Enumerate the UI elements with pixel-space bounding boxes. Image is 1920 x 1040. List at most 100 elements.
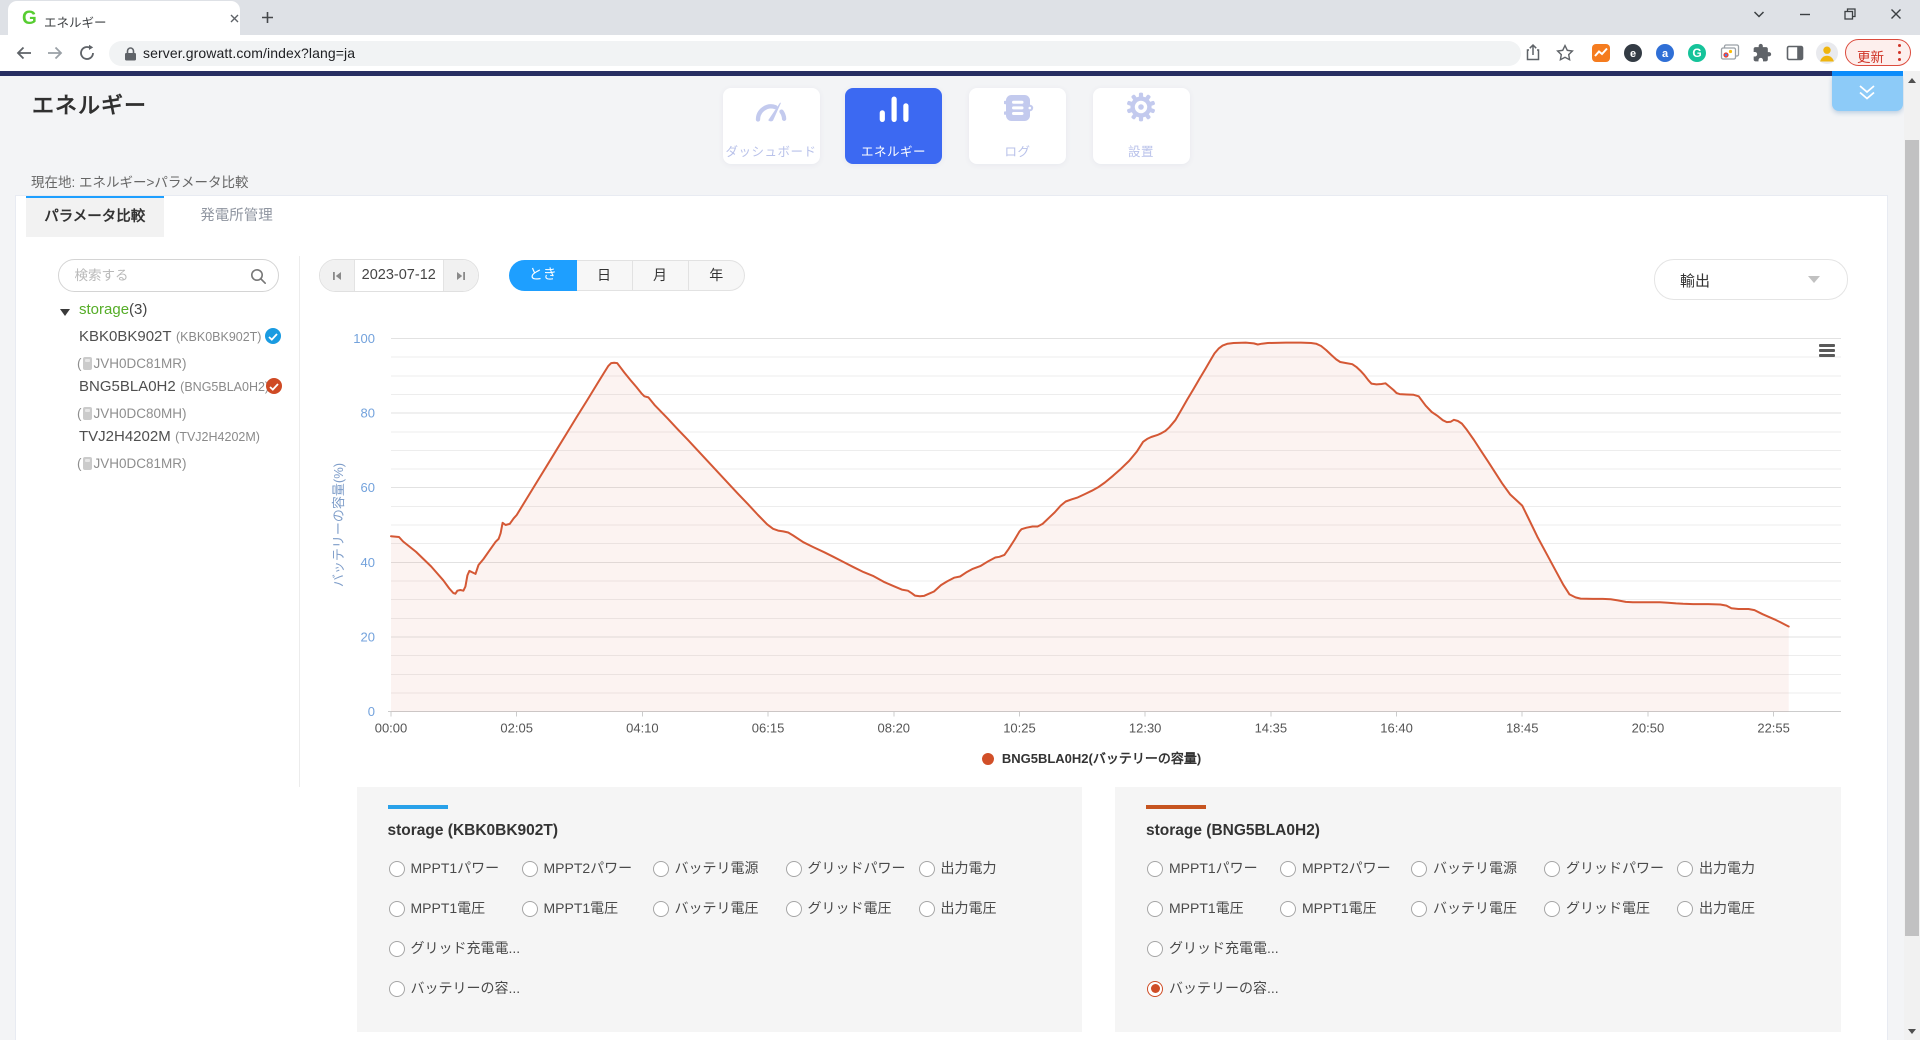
radio-option[interactable]: グリッド充電電... <box>389 938 521 958</box>
period-tab-day[interactable]: 日 <box>577 260 633 291</box>
scrollbar-down-arrow[interactable] <box>1908 1029 1916 1034</box>
radio-icon[interactable] <box>389 861 405 877</box>
radio-option[interactable]: バッテリ電圧 <box>653 898 759 918</box>
tree-device-BNG5BLA0H2[interactable]: BNG5BLA0H2 (BNG5BLA0H2) <box>79 378 282 396</box>
extension-grammarly-icon[interactable]: G <box>1687 43 1707 63</box>
tab-parameter-comparison[interactable]: パラメータ比較 <box>26 196 164 237</box>
device-search-box[interactable] <box>58 259 280 292</box>
window-close-button[interactable] <box>1889 7 1903 21</box>
collapse-panel-button[interactable] <box>1832 76 1903 112</box>
radio-icon[interactable] <box>522 901 538 917</box>
radio-option[interactable]: グリッド電圧 <box>786 898 892 918</box>
radio-option[interactable]: 出力電力 <box>1677 858 1755 878</box>
radio-icon[interactable] <box>1147 901 1163 917</box>
radio-option[interactable]: バッテリ電圧 <box>1411 898 1517 918</box>
share-icon[interactable] <box>1523 43 1543 63</box>
radio-icon[interactable] <box>786 901 802 917</box>
extension-a-icon[interactable]: a <box>1655 43 1675 63</box>
period-tab-month[interactable]: 月 <box>633 260 689 291</box>
radio-option[interactable]: MPPT1パワー <box>389 858 500 878</box>
radio-option[interactable]: グリッド電圧 <box>1544 898 1650 918</box>
radio-icon[interactable] <box>1677 861 1693 877</box>
radio-icon[interactable] <box>389 981 405 997</box>
back-button-icon[interactable] <box>15 44 33 62</box>
radio-icon[interactable] <box>653 861 669 877</box>
period-tab-hour[interactable]: とき <box>509 260 577 291</box>
period-tab-year[interactable]: 年 <box>689 260 746 291</box>
window-chevron-icon[interactable] <box>1752 7 1766 21</box>
radio-icon[interactable] <box>1147 861 1163 877</box>
search-icon[interactable] <box>250 268 267 285</box>
update-button[interactable]: 更新 <box>1845 39 1911 66</box>
url-text[interactable]: server.growatt.com/index?lang=ja <box>143 45 355 61</box>
forward-button-icon[interactable] <box>46 44 64 62</box>
page-scrollbar[interactable] <box>1904 71 1920 1040</box>
chart-menu-icon[interactable] <box>1819 344 1835 358</box>
new-tab-button[interactable] <box>259 9 276 26</box>
radio-icon[interactable] <box>1280 901 1296 917</box>
battery-capacity-line-chart[interactable]: 00:0002:0504:1006:1508:2010:2512:3014:35… <box>299 301 1866 781</box>
extension-e-icon[interactable]: e <box>1623 43 1643 63</box>
radio-option[interactable]: グリッドパワー <box>1544 858 1664 878</box>
extension-photos-icon[interactable] <box>1720 43 1740 63</box>
radio-icon[interactable] <box>1544 861 1560 877</box>
radio-icon[interactable] <box>919 861 935 877</box>
radio-icon[interactable] <box>1677 901 1693 917</box>
reload-button-icon[interactable] <box>78 44 96 62</box>
radio-option[interactable]: バッテリーの容... <box>1147 978 1279 998</box>
tree-group-storage[interactable]: storage(3) <box>79 301 147 318</box>
radio-icon[interactable] <box>389 941 405 957</box>
radio-icon[interactable] <box>786 861 802 877</box>
scrollbar-up-arrow[interactable] <box>1908 78 1916 83</box>
scrollbar-thumb[interactable] <box>1905 140 1919 936</box>
browser-tab[interactable]: G エネルギー <box>8 1 240 35</box>
radio-option[interactable]: グリッドパワー <box>786 858 906 878</box>
radio-option[interactable]: 出力電力 <box>919 858 997 878</box>
bookmark-star-icon[interactable] <box>1555 43 1575 63</box>
radio-option[interactable]: MPPT2パワー <box>1280 858 1391 878</box>
radio-option[interactable]: 出力電圧 <box>919 898 997 918</box>
tree-device-KBK0BK902T[interactable]: KBK0BK902T (KBK0BK902T) <box>79 328 281 346</box>
next-date-button[interactable] <box>443 260 478 292</box>
radio-option[interactable]: MPPT2パワー <box>522 858 633 878</box>
radio-icon[interactable] <box>653 901 669 917</box>
window-restore-button[interactable] <box>1843 7 1857 21</box>
search-input[interactable] <box>75 267 245 285</box>
radio-icon[interactable] <box>1280 861 1296 877</box>
prev-date-button[interactable] <box>320 260 355 292</box>
radio-option[interactable]: MPPT1パワー <box>1147 858 1258 878</box>
profile-avatar[interactable] <box>1816 42 1836 62</box>
nav-settings[interactable]: 設置 <box>1093 88 1190 164</box>
tree-expand-caret-icon[interactable] <box>60 309 70 316</box>
radio-option[interactable]: MPPT1電圧 <box>1147 898 1244 918</box>
radio-icon[interactable] <box>522 861 538 877</box>
extensions-puzzle-icon[interactable] <box>1752 43 1772 63</box>
tab-close-icon[interactable] <box>226 10 243 27</box>
extension-chart-icon[interactable] <box>1591 43 1611 63</box>
radio-icon[interactable] <box>389 901 405 917</box>
side-panel-icon[interactable] <box>1785 43 1805 63</box>
browser-menu-dots-icon[interactable] <box>1898 43 1902 65</box>
export-dropdown[interactable]: 輸出 <box>1654 259 1848 300</box>
radio-icon[interactable] <box>1411 861 1427 877</box>
radio-icon[interactable] <box>919 901 935 917</box>
chart-legend[interactable]: BNG5BLA0H2(バッテリーの容量) <box>308 748 1875 768</box>
radio-option[interactable]: グリッド充電電... <box>1147 938 1279 958</box>
tree-device-TVJ2H4202M[interactable]: TVJ2H4202M (TVJ2H4202M) <box>79 428 260 446</box>
radio-option[interactable]: バッテリ電源 <box>653 858 759 878</box>
nav-log[interactable]: ログ <box>969 88 1066 164</box>
radio-icon[interactable] <box>1544 901 1560 917</box>
radio-icon[interactable] <box>1411 901 1427 917</box>
radio-selected-icon[interactable] <box>1147 981 1163 997</box>
radio-option[interactable]: バッテリーの容... <box>389 978 521 998</box>
radio-option[interactable]: MPPT1電圧 <box>522 898 619 918</box>
nav-energy[interactable]: エネルギー <box>845 88 942 164</box>
tab-plant-management[interactable]: 発電所管理 <box>163 196 310 237</box>
radio-option[interactable]: バッテリ電源 <box>1411 858 1517 878</box>
window-minimize-button[interactable] <box>1798 7 1812 21</box>
radio-icon[interactable] <box>1147 941 1163 957</box>
radio-option[interactable]: MPPT1電圧 <box>389 898 486 918</box>
date-value[interactable]: 2023-07-12 <box>355 260 443 291</box>
radio-option[interactable]: MPPT1電圧 <box>1280 898 1377 918</box>
nav-dashboard[interactable]: ダッシュボード <box>723 88 820 164</box>
